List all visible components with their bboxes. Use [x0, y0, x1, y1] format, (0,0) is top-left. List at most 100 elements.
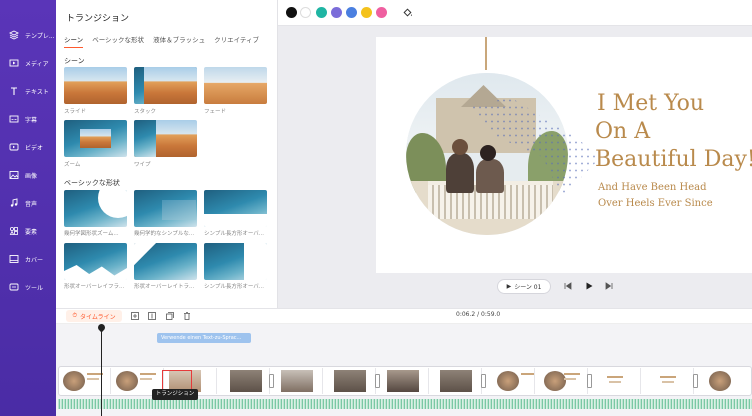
sidebar-item-label: テキスト: [25, 88, 49, 96]
playhead[interactable]: [101, 326, 102, 416]
tab-scene[interactable]: シーン: [64, 34, 84, 48]
sidebar-item-media[interactable]: メディア: [0, 52, 56, 74]
sidebar: テンプレ... メディア テキスト 字幕 ビデオ 画像 音声 要素 カバー ツー…: [0, 0, 56, 416]
transition-label: スライド: [64, 109, 87, 115]
layers-icon: [8, 30, 19, 41]
split-button[interactable]: [147, 311, 157, 321]
transition-thumb-basic-4[interactable]: [64, 243, 127, 280]
copy-icon: [166, 312, 174, 320]
next-scene-button[interactable]: [604, 281, 614, 291]
sidebar-item-label: メディア: [25, 60, 49, 68]
slide-divider: [485, 37, 487, 70]
play-button[interactable]: [584, 281, 594, 291]
sidebar-item-tools[interactable]: ツール: [0, 276, 56, 298]
add-icon: [131, 312, 139, 320]
transition-label: シンプル長方形オーバ...: [204, 284, 265, 290]
scene-clip[interactable]: [589, 368, 641, 394]
panel-title: トランジション: [66, 14, 130, 24]
delete-button[interactable]: [182, 311, 192, 321]
transition-label: シンプル長方形オーバ...: [204, 231, 265, 237]
tab-liquid-brush[interactable]: 液体＆ブラッシュ: [153, 34, 205, 48]
tab-creative[interactable]: クリエイティブ: [214, 34, 259, 48]
scene-clip[interactable]: [483, 368, 535, 394]
sidebar-item-label: 音声: [25, 200, 38, 208]
color-swatch-teal[interactable]: [316, 7, 327, 18]
scene-clip[interactable]: [377, 368, 429, 394]
timeline-icon: ⏱: [72, 312, 78, 319]
transition-marker[interactable]: [481, 374, 486, 388]
add-scene-button[interactable]: [130, 311, 140, 321]
scene-clip[interactable]: [218, 368, 270, 394]
color-swatch-blue[interactable]: [346, 7, 357, 18]
paint-bucket-icon[interactable]: [402, 7, 413, 18]
duplicate-button[interactable]: [165, 311, 175, 321]
transition-marker[interactable]: [587, 374, 592, 388]
color-swatch-yellow[interactable]: [361, 7, 372, 18]
play-small-icon: ▶: [506, 283, 512, 290]
transition-thumb-basic-2[interactable]: [134, 190, 197, 227]
media-icon: [8, 58, 19, 69]
scene-clip[interactable]: [536, 368, 588, 394]
video-icon: [8, 142, 19, 153]
sidebar-item-text[interactable]: テキスト: [0, 80, 56, 102]
sidebar-item-image[interactable]: 画像: [0, 164, 56, 186]
sidebar-item-templates[interactable]: テンプレ...: [0, 24, 56, 46]
transition-label: ワイプ: [134, 162, 151, 168]
transition-tooltip: トランジション: [152, 389, 198, 400]
transition-thumb-basic-1[interactable]: [64, 190, 127, 227]
transition-thumb-basic-6[interactable]: [204, 243, 267, 280]
scene-clip[interactable]: [642, 368, 694, 394]
elements-icon: [8, 226, 19, 237]
transition-thumb-fade[interactable]: [204, 67, 267, 104]
audio-waveform[interactable]: [58, 399, 752, 409]
scene-clip[interactable]: [324, 368, 376, 394]
transition-thumb-basic-5[interactable]: [134, 243, 197, 280]
scene-clip[interactable]: [271, 368, 323, 394]
timeline-toggle-button[interactable]: ⏱ タイムライン: [66, 310, 122, 322]
scene-clip[interactable]: [430, 368, 482, 394]
split-icon: [148, 312, 156, 320]
color-swatch-pink[interactable]: [376, 7, 387, 18]
tts-text-track[interactable]: Verwende einen Text-zu-Sprac...: [157, 333, 251, 343]
color-swatch-black[interactable]: [286, 7, 297, 18]
timeline-button-label: タイムライン: [80, 313, 116, 321]
sidebar-item-subtitle[interactable]: 字幕: [0, 108, 56, 130]
scene-selector[interactable]: ▶ シーン 01: [497, 279, 551, 294]
transition-thumb-stack[interactable]: [134, 67, 197, 104]
slide-subtitle-line1: And Have Been Head: [598, 182, 707, 193]
color-swatch-white[interactable]: [300, 7, 311, 18]
transition-label: スタック: [134, 109, 157, 115]
sidebar-item-label: ビデオ: [25, 144, 44, 152]
slide-title-line1: I Met You: [597, 91, 705, 116]
panel-tabs: シーン ベーシックな形状 液体＆ブラッシュ クリエイティブ: [64, 34, 259, 48]
transition-label: 幾何学図形状ズーム...: [64, 231, 119, 237]
tool-icon: [8, 282, 19, 293]
scene-clip[interactable]: [59, 368, 111, 394]
transition-marker[interactable]: [269, 374, 274, 388]
previous-scene-button[interactable]: [563, 281, 573, 291]
color-toolbar: [278, 0, 752, 26]
music-icon: [8, 198, 19, 209]
transition-thumb-slide[interactable]: [64, 67, 127, 104]
sidebar-item-label: ツール: [25, 284, 44, 292]
tab-basic-shapes[interactable]: ベーシックな形状: [92, 34, 144, 48]
transition-marker[interactable]: [693, 374, 698, 388]
transition-marker[interactable]: [375, 374, 380, 388]
sidebar-item-cover[interactable]: カバー: [0, 248, 56, 270]
sidebar-item-audio[interactable]: 音声: [0, 192, 56, 214]
section-basic-heading: ベーシックな形状: [64, 179, 120, 187]
scene-clip[interactable]: [695, 368, 751, 394]
text-icon: [8, 86, 19, 97]
transition-thumb-wipe[interactable]: [134, 120, 197, 157]
transition-thumb-zoom[interactable]: [64, 120, 127, 157]
color-swatch-purple[interactable]: [331, 7, 342, 18]
sidebar-item-label: テンプレ...: [25, 32, 55, 40]
skip-back-icon: [564, 282, 572, 290]
sidebar-item-elements[interactable]: 要素: [0, 220, 56, 242]
sidebar-item-label: カバー: [25, 256, 44, 264]
slide-preview[interactable]: I Met You On A Beautiful Day! And Have B…: [376, 37, 752, 273]
transition-thumb-basic-3[interactable]: [204, 190, 267, 227]
scene-label: シーン 01: [514, 284, 542, 291]
sidebar-item-video[interactable]: ビデオ: [0, 136, 56, 158]
transition-panel: トランジション シーン ベーシックな形状 液体＆ブラッシュ クリエイティブ シー…: [56, 0, 278, 308]
